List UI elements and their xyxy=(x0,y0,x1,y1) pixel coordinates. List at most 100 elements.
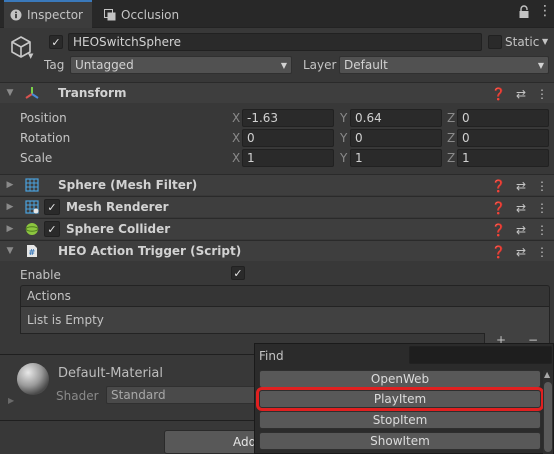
add-component-label: Add xyxy=(233,435,257,449)
more-menu-icon[interactable]: ⋮ xyxy=(536,87,548,101)
tag-dropdown[interactable]: Untagged ▼ xyxy=(70,56,292,74)
rotation-x-field[interactable]: 0 xyxy=(242,129,334,147)
tab-bar: Inspector Occlusion ⋮ xyxy=(0,0,554,28)
sphere-collider-header[interactable]: ▶ ✓ Sphere Collider ❓ ⇄ ⋮ xyxy=(0,218,554,239)
add-action-popup: Find OpenWeb PlayItem StopItem ShowItem … xyxy=(254,343,554,454)
scale-z-field[interactable]: 1 xyxy=(457,149,549,167)
help-icon[interactable]: ❓ xyxy=(491,87,506,101)
expand-arrow-icon[interactable]: ▶ xyxy=(4,224,16,234)
position-x-field[interactable]: -1.63 xyxy=(242,109,334,127)
layer-dropdown[interactable]: Default ▼ xyxy=(339,56,549,74)
scale-x-field[interactable]: 1 xyxy=(242,149,334,167)
popup-item-playitem[interactable]: PlayItem xyxy=(256,387,544,411)
shader-dropdown[interactable]: Standard xyxy=(106,386,256,404)
heo-trigger-header[interactable]: ▼ # HEO Action Trigger (Script) ❓ ⇄ ⋮ xyxy=(0,240,554,261)
popup-item-label: ShowItem xyxy=(370,434,430,448)
presets-icon[interactable]: ⇄ xyxy=(516,179,526,193)
shader-label: Shader xyxy=(56,389,99,403)
sphere-collider-enabled-checkbox[interactable]: ✓ xyxy=(44,221,60,237)
static-dropdown-icon[interactable]: ▼ xyxy=(542,37,548,46)
popup-item-label: StopItem xyxy=(372,413,428,427)
more-menu-icon[interactable]: ⋮ xyxy=(536,179,548,193)
expand-arrow-icon[interactable]: ▶ xyxy=(4,202,16,212)
transform-title: Transform xyxy=(58,86,127,100)
rotation-z-axis: Z xyxy=(447,131,456,145)
shader-value: Standard xyxy=(111,388,166,402)
help-icon[interactable]: ❓ xyxy=(491,245,506,259)
transform-header[interactable]: ▼ Transform ❓ ⇄ ⋮ xyxy=(0,82,554,103)
scrollbar-thumb[interactable] xyxy=(544,382,552,452)
expand-arrow-icon[interactable]: ▶ xyxy=(8,396,14,405)
rotation-label: Rotation xyxy=(20,131,71,145)
svg-text:#: # xyxy=(29,248,36,257)
active-checkbox[interactable]: ✓ xyxy=(49,35,63,49)
mesh-filter-header[interactable]: ▶ Sphere (Mesh Filter) ❓ ⇄ ⋮ xyxy=(0,174,554,195)
mesh-renderer-header[interactable]: ▶ ✓ Mesh Renderer ❓ ⇄ ⋮ xyxy=(0,196,554,217)
find-input[interactable] xyxy=(409,346,552,364)
scale-z-axis: Z xyxy=(447,151,456,165)
scale-label: Scale xyxy=(20,151,53,165)
rotation-z-field[interactable]: 0 xyxy=(457,129,549,147)
presets-icon[interactable]: ⇄ xyxy=(516,87,526,101)
expand-arrow-icon[interactable]: ▶ xyxy=(4,180,16,190)
rotation-y-axis: Y xyxy=(340,131,348,145)
expand-arrow-icon[interactable]: ▼ xyxy=(4,246,16,256)
popup-item-showitem[interactable]: ShowItem xyxy=(259,432,541,450)
occlusion-icon xyxy=(104,9,116,21)
actions-label: Actions xyxy=(27,289,71,303)
sphere-collider-header-actions: ❓ ⇄ ⋮ xyxy=(491,219,548,240)
tab-inspector-label: Inspector xyxy=(27,8,83,22)
position-z-value: 0 xyxy=(462,111,470,125)
more-menu-icon[interactable]: ⋮ xyxy=(536,223,548,237)
position-z-field[interactable]: 0 xyxy=(457,109,549,127)
material-sphere-icon xyxy=(16,362,50,399)
more-menu-icon[interactable]: ⋮ xyxy=(536,201,548,215)
static-checkbox[interactable] xyxy=(488,35,502,49)
popup-item-stopitem[interactable]: StopItem xyxy=(259,411,541,429)
presets-icon[interactable]: ⇄ xyxy=(516,201,526,215)
help-icon[interactable]: ❓ xyxy=(491,179,506,193)
tag-value: Untagged xyxy=(75,58,134,72)
mesh-filter-title: Sphere (Mesh Filter) xyxy=(58,178,198,192)
tab-inspector[interactable]: Inspector xyxy=(4,0,92,28)
scroll-up-icon[interactable]: ▲ xyxy=(544,370,550,379)
help-icon[interactable]: ❓ xyxy=(491,201,506,215)
mesh-renderer-title: Mesh Renderer xyxy=(66,200,169,214)
rotation-x-value: 0 xyxy=(247,131,255,145)
mesh-renderer-enabled-checkbox[interactable]: ✓ xyxy=(44,199,60,215)
mesh-renderer-icon xyxy=(24,200,40,214)
static-label: Static xyxy=(505,35,540,49)
tab-occlusion[interactable]: Occlusion xyxy=(98,2,190,28)
script-icon: # xyxy=(24,244,40,258)
object-name-field[interactable]: HEOSwitchSphere xyxy=(68,33,482,51)
enable-checkbox[interactable]: ✓ xyxy=(231,266,245,280)
scale-y-axis: Y xyxy=(340,151,348,165)
mesh-filter-header-actions: ❓ ⇄ ⋮ xyxy=(491,175,548,196)
rotation-y-value: 0 xyxy=(355,131,363,145)
position-label: Position xyxy=(20,111,67,125)
popup-item-openweb[interactable]: OpenWeb xyxy=(259,370,541,388)
more-menu-icon[interactable]: ⋮ xyxy=(536,245,548,259)
tab-occlusion-label: Occlusion xyxy=(121,8,180,22)
rotation-x-axis: X xyxy=(232,131,241,145)
position-z-axis: Z xyxy=(447,111,456,125)
list-empty-text: List is Empty xyxy=(27,313,104,327)
popup-scrollbar[interactable]: ▲ xyxy=(543,370,553,454)
help-icon[interactable]: ❓ xyxy=(491,223,506,237)
scale-y-field[interactable]: 1 xyxy=(350,149,442,167)
material-name: Default-Material xyxy=(58,366,164,381)
scale-z-value: 1 xyxy=(462,151,470,165)
chevron-down-icon: ▼ xyxy=(537,60,544,70)
presets-icon[interactable]: ⇄ xyxy=(516,223,526,237)
more-menu-icon[interactable]: ⋮ xyxy=(538,4,552,18)
icon-dropdown-icon[interactable]: ▼ xyxy=(28,52,33,60)
position-y-field[interactable]: 0.64 xyxy=(350,109,442,127)
lock-icon[interactable] xyxy=(518,5,530,22)
rotation-y-field[interactable]: 0 xyxy=(350,129,442,147)
position-y-axis: Y xyxy=(340,111,348,125)
expand-arrow-icon[interactable]: ▼ xyxy=(4,88,16,98)
transform-header-actions: ❓ ⇄ ⋮ xyxy=(491,83,548,104)
sphere-collider-title: Sphere Collider xyxy=(66,222,171,236)
info-icon xyxy=(10,9,22,21)
presets-icon[interactable]: ⇄ xyxy=(516,245,526,259)
